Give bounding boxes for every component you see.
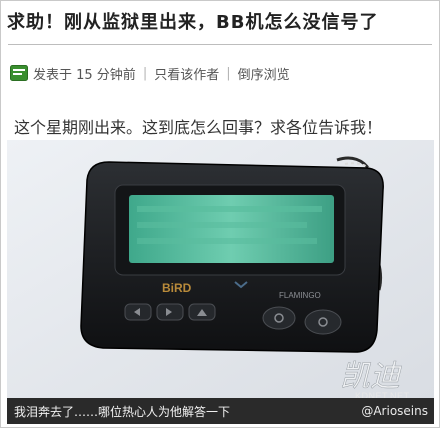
title-divider — [8, 44, 432, 45]
author-handle[interactable]: @Arioseins — [361, 404, 434, 418]
svg-text:凯迪: 凯迪 — [340, 359, 402, 394]
post-body: 这个星期刚出来。这到底怎么回事？求各位告诉我！ — [14, 118, 383, 137]
meta-separator: | — [142, 65, 148, 81]
caption-text: 我泪奔去了……哪位热心人为他解答一下 — [14, 404, 231, 419]
caption-bar: 我泪奔去了……哪位热心人为他解答一下 @Arioseins — [7, 398, 434, 424]
device-brand: BiRD — [162, 281, 192, 295]
post-title: 求助！刚从监狱里出来，BB机怎么没信号了 — [7, 12, 379, 33]
only-author-link[interactable]: 只看该作者 — [154, 64, 219, 83]
device-model: FLAMINGO — [279, 291, 321, 300]
posted-time: 发表于 15 分钟前 — [33, 67, 136, 83]
meta-separator: | — [226, 65, 231, 81]
post-icon — [10, 65, 28, 81]
kdnet-watermark-logo: 凯迪 — [340, 359, 402, 394]
post-meta-bar: 发表于 15 分钟前 | 只看该作者 | 倒序浏览 — [10, 62, 290, 84]
reverse-view-link[interactable]: 倒序浏览 — [238, 64, 290, 83]
